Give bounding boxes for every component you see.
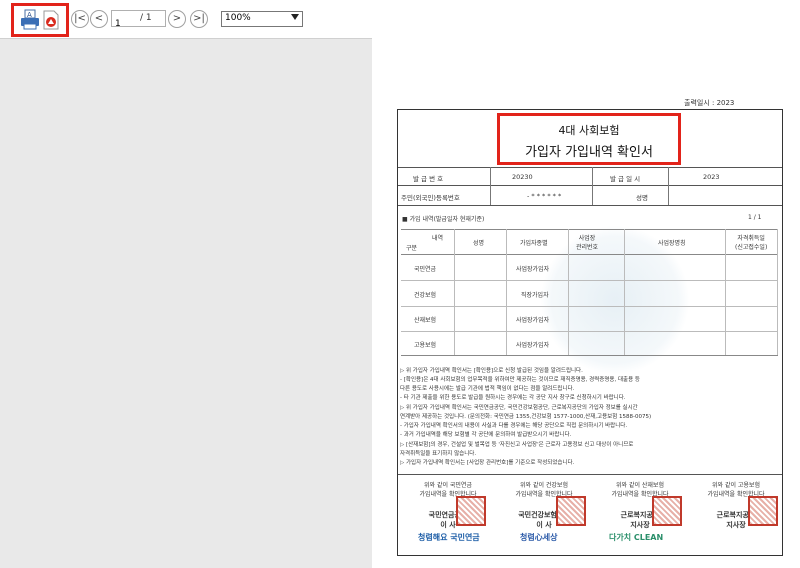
- divider: [398, 474, 782, 475]
- sig-line1: 위와 같이 산재보험: [616, 482, 664, 489]
- nps-logo: 청렴해요 국민연금: [418, 533, 480, 542]
- divider: [568, 229, 569, 355]
- official-seal: [748, 496, 778, 526]
- divider: [401, 280, 778, 281]
- nhis-logo: 청렴心세상: [520, 533, 558, 542]
- viewer-toolbar: A |< < / 1 > >| 100%: [0, 0, 800, 39]
- comwel-logo: 다가치 CLEAN: [609, 533, 664, 542]
- row-type: 직장가입자: [521, 292, 549, 299]
- section-label: ■ 가입 내역(발급일자 현재기준): [402, 216, 485, 223]
- header-category: 구분: [406, 245, 418, 252]
- official-seal: [456, 496, 486, 526]
- divider: [401, 306, 778, 307]
- notice-line: 다른 용도로 사용시에는 발급 기관에 법적 책임이 없다는 점을 알려드립니다…: [400, 386, 575, 392]
- notice-line: - [확인용]은 4대 사회보험의 업무목적을 위하여만 제공하는 것이므로 재…: [400, 377, 640, 383]
- row-type: 사업장가입자: [516, 317, 550, 324]
- sig-line1: 위와 같이 국민연금: [424, 482, 472, 489]
- divider: [401, 254, 778, 255]
- sig-line1: 위와 같이 고용보험: [712, 482, 760, 489]
- divider: [490, 167, 491, 205]
- first-page-button[interactable]: |<: [71, 10, 89, 28]
- notice-line: 자격취득일을 표기하지 않습니다.: [400, 451, 477, 457]
- title-line1: 4대 사회보험: [558, 124, 620, 137]
- name-label: 성명: [636, 194, 648, 202]
- official-seal: [556, 496, 586, 526]
- divider: [398, 167, 782, 168]
- last-page-button[interactable]: >|: [190, 10, 208, 28]
- sig-line1: 위와 같이 건강보험: [520, 482, 568, 489]
- issue-no-value: 20230: [512, 173, 533, 181]
- row-category: 건강보험: [414, 292, 437, 299]
- page-total: / 1: [140, 13, 152, 23]
- issue-no-label: 발 급 번 호: [413, 175, 444, 183]
- notice-line: ▷ 위 가입자 가입내역 확인서는 [확인용]으로 신청 발급된 것임을 알려드…: [400, 368, 583, 374]
- print-icon[interactable]: A: [20, 9, 40, 31]
- zoom-select[interactable]: 100%: [221, 11, 303, 27]
- divider: [506, 229, 507, 355]
- print-date: 출력일시 : 2023: [684, 99, 735, 107]
- notice-line: 연계받아 제공하는 것입니다. (문의전화: 국민연금 1355,건강보험 15…: [400, 414, 652, 420]
- rrn-value: - * * * * * *: [527, 192, 562, 200]
- notice-line: ▷ 가입자 가입내역 확인서는 [사업장 관리번호]를 기준으로 작성되었습니다…: [400, 460, 575, 466]
- notice-line: - 과거 가입내역을 해당 보험별 각 공단에 문의하여 발급받으시기 바랍니다…: [400, 432, 572, 438]
- notice-line: ▷ 위 가입자 가입내역 확인서는 국민연금공단, 국민건강보험공단, 근로복지…: [400, 405, 638, 411]
- header-workplace: 사업장명칭: [658, 240, 686, 247]
- issue-date-label: 발 급 일 시: [610, 175, 641, 183]
- chevron-down-icon: [291, 14, 299, 20]
- row-type: 사업장가입자: [516, 266, 550, 273]
- next-page-button[interactable]: >: [168, 10, 186, 28]
- divider: [454, 229, 455, 355]
- header-name: 성명: [473, 240, 485, 247]
- divider: [401, 331, 778, 332]
- title-highlight: 4대 사회보험 가입자 가입내역 확인서: [497, 113, 681, 165]
- svg-text:A: A: [27, 11, 32, 19]
- pdf-icon[interactable]: [41, 10, 61, 30]
- row-type: 사업장가입자: [516, 342, 550, 349]
- issue-date-value: 2023: [703, 173, 720, 181]
- divider: [624, 229, 625, 355]
- prev-page-button[interactable]: <: [90, 10, 108, 28]
- official-seal: [652, 496, 682, 526]
- divider: [401, 229, 778, 230]
- header-mgmt-no: 사업장 관리번호: [576, 235, 599, 251]
- page-counter: 1 / 1: [748, 214, 762, 221]
- divider: [398, 185, 782, 186]
- divider: [725, 229, 726, 355]
- divider: [401, 355, 778, 356]
- notice-line: - 타 기관 제출을 위한 용도로 발급을 원하시는 경우에는 각 공단 지사 …: [400, 395, 626, 401]
- header-qual-date: 자격취득일 (신고접수일): [735, 235, 768, 251]
- divider: [398, 205, 782, 206]
- notice-line: - 가입자 가입내역 확인서의 내용이 사실과 다를 경우에는 해당 공단으로 …: [400, 423, 628, 429]
- notice-line: ▷ [산재보험]의 경우, 건설업 및 벌목업 등 '자진신고 사업장'은 근로…: [400, 442, 634, 448]
- watermark-emblem: [540, 225, 690, 375]
- zoom-value: 100%: [225, 13, 251, 23]
- row-category: 고용보험: [414, 342, 437, 349]
- divider: [668, 167, 669, 205]
- row-category: 국민연금: [414, 266, 437, 273]
- divider: [777, 229, 778, 355]
- divider: [592, 167, 593, 205]
- header-type: 가입자종별: [520, 240, 548, 247]
- page-number-box: / 1: [111, 10, 166, 32]
- title-line2: 가입자 가입내역 확인서: [525, 145, 653, 160]
- row-category: 산재보험: [414, 317, 437, 324]
- header-content: 내역: [432, 235, 444, 242]
- rrn-label: 주민(외국인)등록번호: [401, 194, 460, 202]
